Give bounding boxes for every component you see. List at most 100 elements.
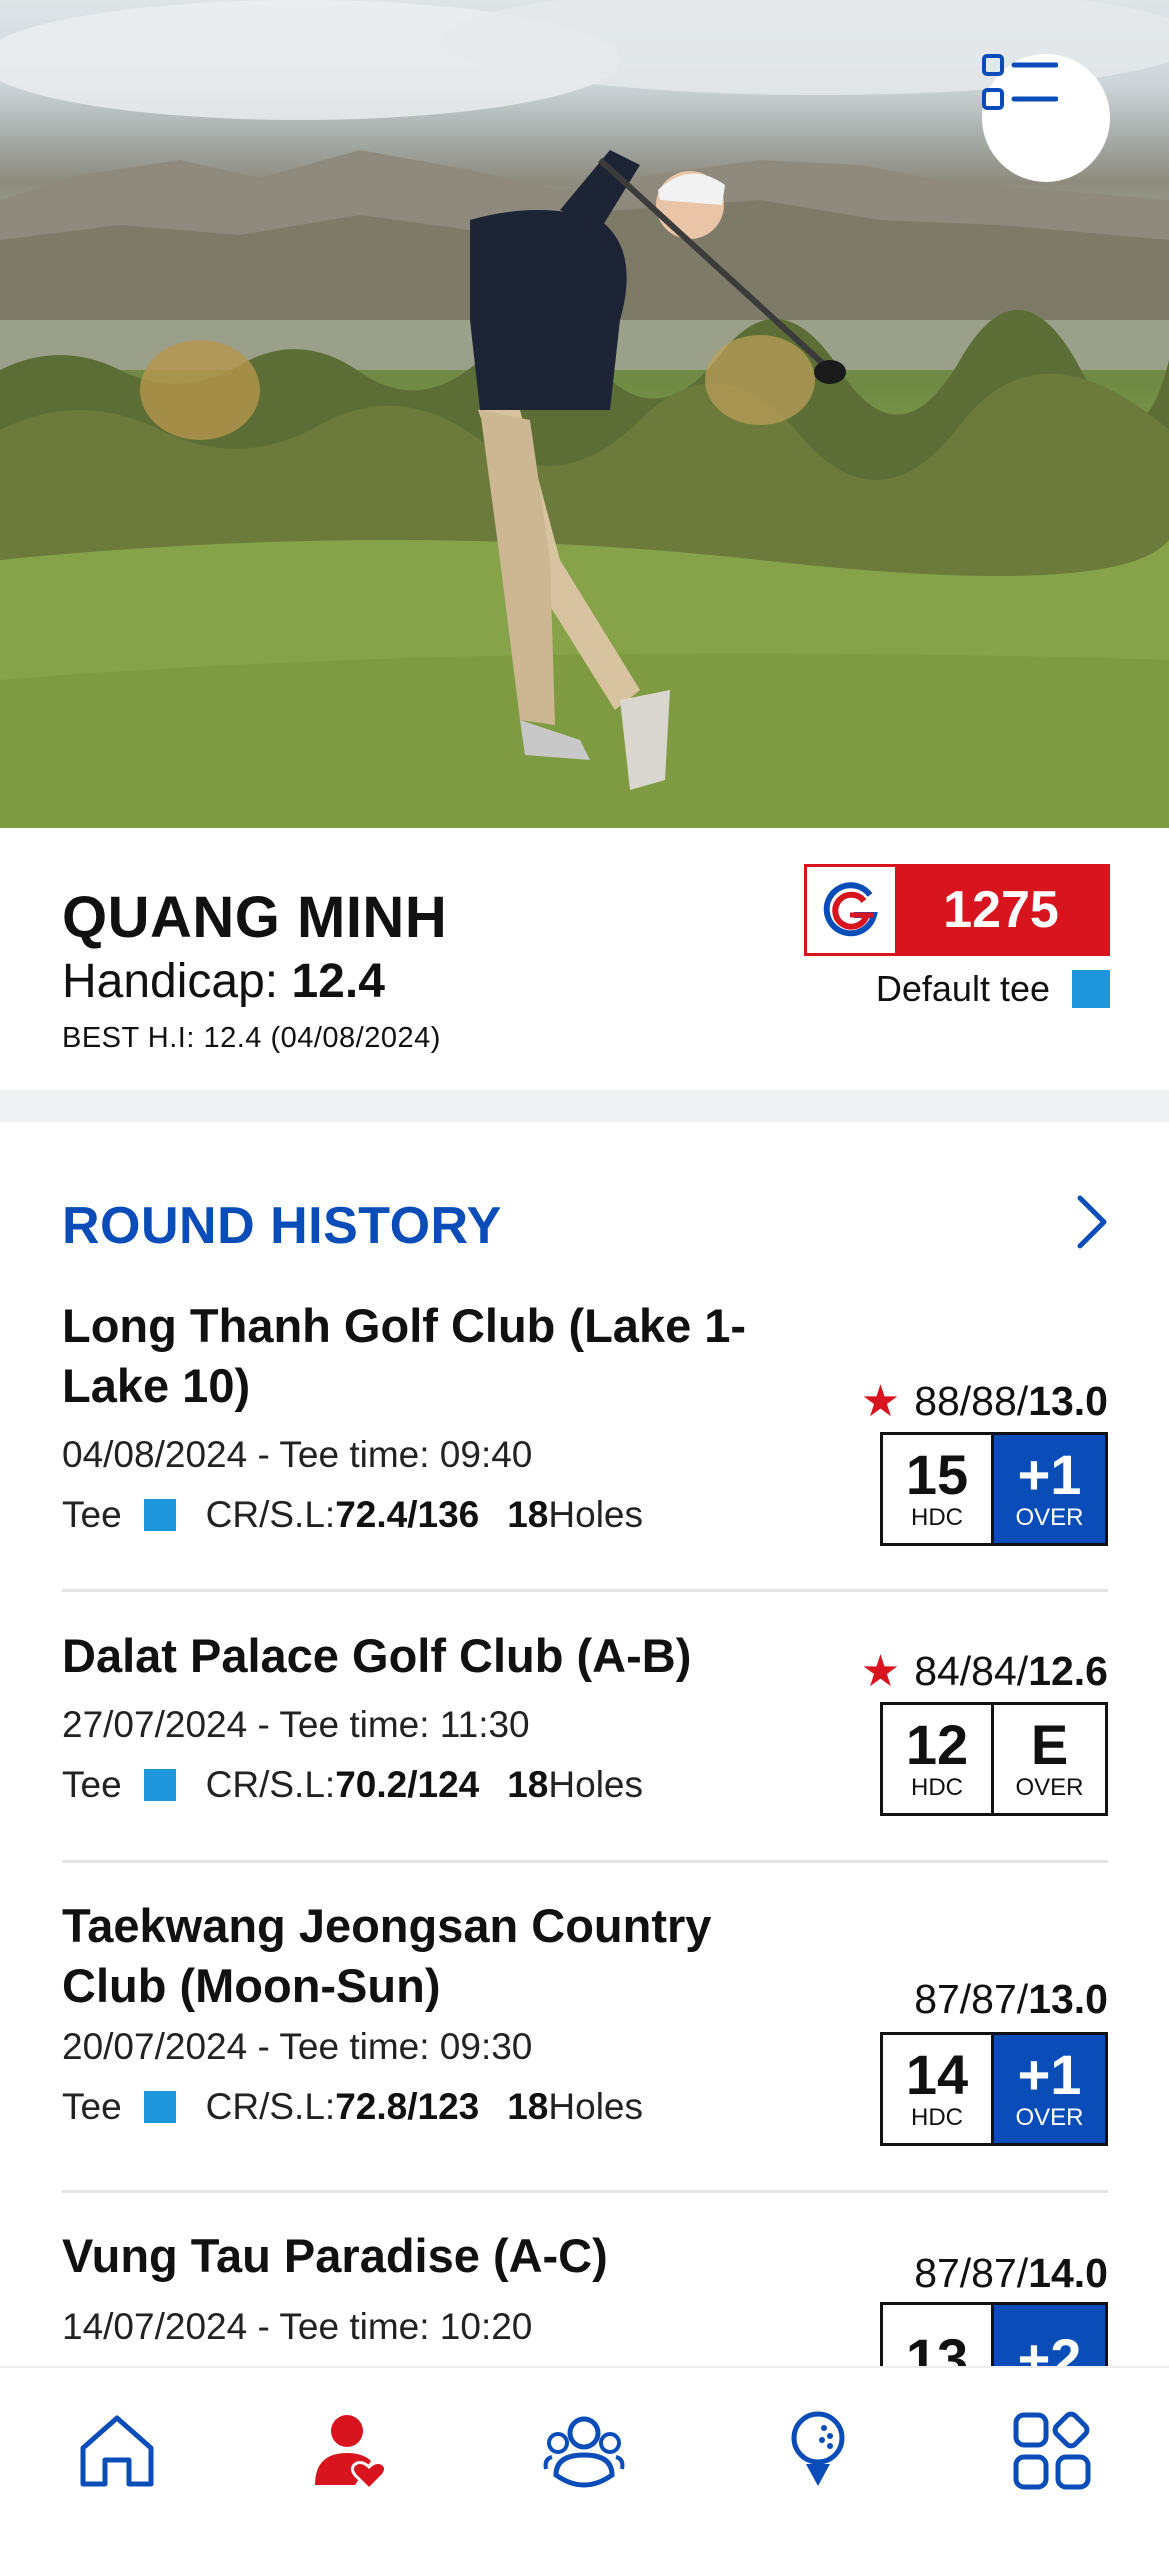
holes-label: Holes [548, 1764, 643, 1805]
brand-logo-icon [807, 867, 895, 953]
hdc-value: 15 [905, 1443, 969, 1506]
score-boxes: 13 +2 [880, 2302, 1108, 2366]
nav-profile[interactable] [234, 2368, 468, 2552]
cr-label: CR/S.L: [205, 1494, 336, 1535]
tee-color-swatch [143, 1769, 176, 1801]
course-name: Long Thanh Golf Club (Lake 1-Lake 10) [62, 1299, 747, 1412]
nav-apps[interactable] [935, 2368, 1169, 2552]
round-details: Tee CR/S.L: 72.8/123 18 Holes [62, 2086, 643, 2128]
over-box: +1 OVER [994, 1435, 1105, 1543]
menu-button[interactable] [982, 54, 1110, 182]
tee-label: Tee [62, 1764, 122, 1805]
hdc-label: HDC [911, 2104, 963, 2131]
round-item[interactable]: Dalat Palace Golf Club (A-B) 27/07/2024 … [62, 1626, 1108, 1866]
over-box: +1 OVER [994, 2035, 1105, 2143]
hdc-label: HDC [911, 1504, 963, 1531]
handicap-value: 12.4 [291, 955, 385, 1008]
round-date: 20/07/2024 - Tee time: 09:30 [62, 2026, 533, 2067]
score-gross: 87/87/ [914, 2250, 1029, 2296]
over-value: +2 [1017, 2327, 1082, 2367]
hdc-label: HDC [911, 1774, 963, 1801]
community-icon [544, 2416, 625, 2488]
course-name: Taekwang Jeongsan Country Club (Moon-Sun… [62, 1899, 712, 2012]
list-menu-icon [982, 54, 1058, 110]
round-score: 87/87/14.0 [914, 2250, 1108, 2297]
score-gross: 87/87/ [914, 1976, 1029, 2022]
over-box: E OVER [994, 1705, 1105, 1813]
star-icon: ★ [860, 1377, 901, 1426]
score-boxes: 12 HDC E OVER [880, 1702, 1108, 1816]
score-index: 13.0 [1028, 1976, 1108, 2022]
holes-label: Holes [548, 1494, 643, 1535]
tee-color-swatch [1072, 970, 1110, 1008]
round-item[interactable]: Taekwang Jeongsan Country Club (Moon-Sun… [62, 1896, 1108, 2196]
tee-color-swatch [143, 2091, 176, 2123]
nav-golf[interactable] [701, 2368, 935, 2552]
default-tee: Default tee [876, 968, 1110, 1010]
round-details: Tee CR/S.L: 70.2/124 18 Holes [62, 1764, 643, 1806]
hero-photo [0, 0, 1169, 828]
over-label: OVER [1015, 1504, 1084, 1531]
score-boxes: 14 HDC +1 OVER [880, 2032, 1108, 2146]
round-score: ★ 84/84/12.6 [861, 1646, 1108, 1697]
hdc-value: 13 [905, 2327, 969, 2367]
row-divider [62, 1860, 1108, 1863]
score-gross: 88/88/ [914, 1378, 1029, 1424]
apps-grid-icon [1013, 2411, 1091, 2490]
hdc-value: 12 [905, 1713, 969, 1776]
round-item[interactable]: Long Thanh Golf Club (Lake 1-Lake 10) 04… [62, 1296, 1108, 1596]
score-index: 12.6 [1028, 1648, 1108, 1694]
hdc-box: 15 HDC [883, 1435, 994, 1543]
over-value: +1 [1017, 1443, 1082, 1506]
hdc-box: 12 HDC [883, 1705, 994, 1813]
over-label: OVER [1015, 1774, 1084, 1801]
nav-home[interactable] [0, 2368, 234, 2552]
course-name: Vung Tau Paradise (A-C) [62, 2229, 608, 2282]
holes-count: 18 [507, 1494, 549, 1535]
handicap-label: Handicap: [62, 955, 292, 1008]
chevron-right-icon[interactable] [1072, 1192, 1112, 1252]
course-name: Dalat Palace Golf Club (A-B) [62, 1629, 692, 1682]
cr-label: CR/S.L: [205, 1764, 336, 1805]
default-tee-label: Default tee [875, 968, 1050, 1009]
tee-label: Tee [62, 1494, 122, 1535]
player-name: QUANG MINH [62, 885, 448, 950]
score-index: 13.0 [1028, 1378, 1108, 1424]
hdc-value: 14 [905, 2043, 969, 2106]
section-divider [0, 1090, 1169, 1122]
over-label: OVER [1015, 2104, 1084, 2131]
home-icon [80, 2415, 154, 2487]
holes-count: 18 [507, 2086, 549, 2127]
score-gross: 84/84/ [914, 1648, 1029, 1694]
hdc-box: 14 HDC [883, 2035, 994, 2143]
over-box: +2 [994, 2305, 1105, 2366]
points-badge[interactable]: 1275 [804, 864, 1110, 956]
tee-color-swatch [143, 1499, 176, 1531]
cr-value: 72.8/123 [335, 2086, 480, 2127]
holes-count: 18 [507, 1764, 549, 1805]
best-handicap-index: BEST H.I: 12.4 (04/08/2024) [62, 1022, 441, 1054]
row-divider [62, 1589, 1108, 1592]
round-score: ★ 88/88/13.0 [861, 1376, 1108, 1427]
round-details: Tee CR/S.L: 72.4/136 18 Holes [62, 1494, 643, 1536]
cr-value: 70.2/124 [335, 1764, 480, 1805]
row-divider [62, 2190, 1108, 2193]
nav-community[interactable] [468, 2368, 702, 2552]
round-date: 27/07/2024 - Tee time: 11:30 [62, 1704, 530, 1745]
star-icon: ★ [860, 1647, 901, 1696]
cr-label: CR/S.L: [205, 2086, 336, 2127]
bottom-navigation [0, 2366, 1169, 2552]
handicap: Handicap: 12.4 [62, 954, 385, 1009]
profile-summary: QUANG MINH Handicap: 12.4 BEST H.I: 12.4… [0, 828, 1169, 1090]
score-index: 14.0 [1028, 2250, 1108, 2296]
round-date: 14/07/2024 - Tee time: 10:20 [62, 2306, 533, 2347]
score-boxes: 15 HDC +1 OVER [880, 1432, 1108, 1546]
points-value: 1275 [895, 867, 1107, 953]
round-score: 87/87/13.0 [914, 1976, 1108, 2023]
round-item[interactable]: Vung Tau Paradise (A-C) 14/07/2024 - Tee… [62, 2226, 1108, 2366]
round-date: 04/08/2024 - Tee time: 09:40 [62, 1434, 533, 1475]
holes-label: Holes [548, 2086, 643, 2127]
over-value: +1 [1017, 2043, 1082, 2106]
profile-heart-icon [314, 2415, 387, 2491]
hdc-box: 13 [883, 2305, 994, 2366]
